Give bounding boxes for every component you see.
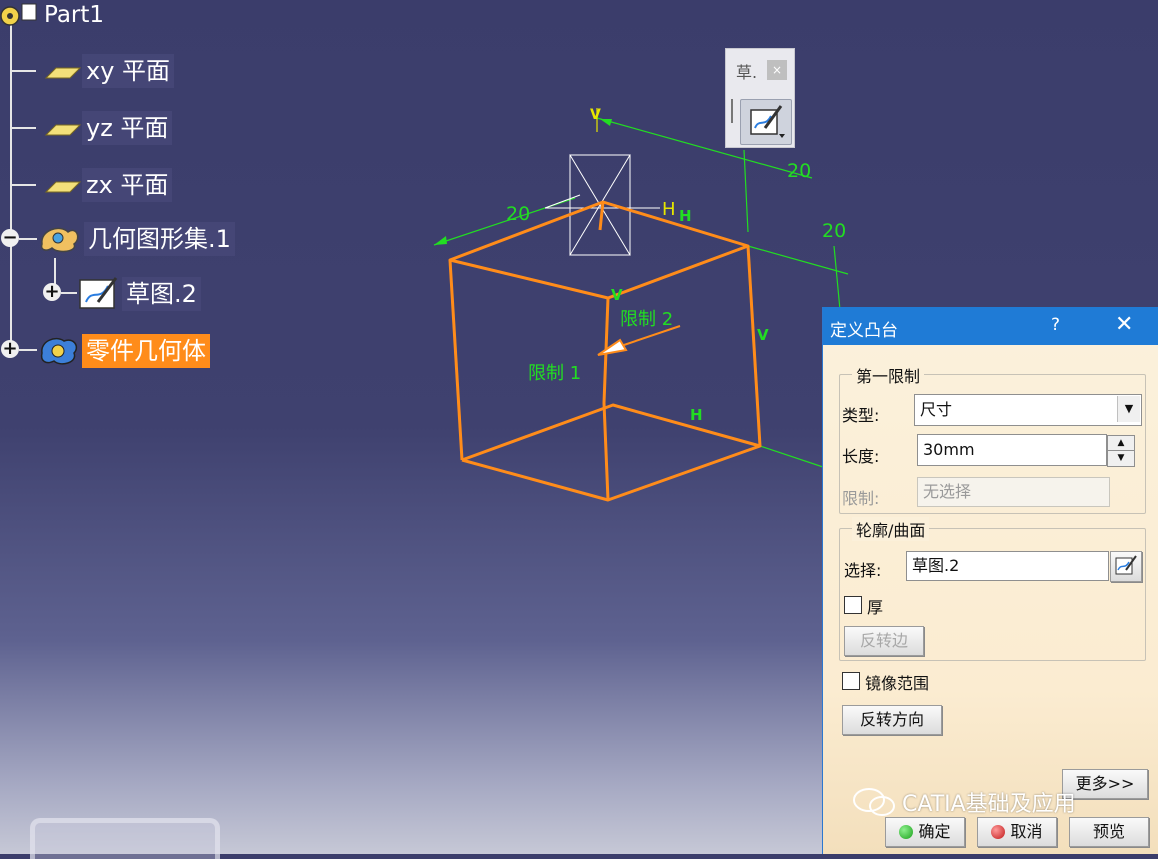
dimension-label[interactable]: 20 xyxy=(822,220,846,242)
dimension-label[interactable]: 20 xyxy=(506,203,530,225)
dimension-label[interactable]: 20 xyxy=(787,160,811,182)
watermark-text: CATIA基础及应用 xyxy=(902,792,1076,817)
more-button-label: 更多>> xyxy=(1075,774,1135,793)
reverse-side-button[interactable]: 反转边 xyxy=(844,626,924,656)
limit-label: 限制: xyxy=(842,489,880,508)
help-button[interactable]: ? xyxy=(1051,315,1060,335)
ok-label: 确定 xyxy=(918,822,951,841)
reverse-side-label: 反转边 xyxy=(859,631,908,650)
constraint-h-label: H xyxy=(662,199,676,220)
constraint-v-label: V xyxy=(590,107,601,123)
reverse-direction-button[interactable]: 反转方向 xyxy=(842,705,942,735)
constraint-v-label: V xyxy=(757,326,769,344)
profile-surface-group-title: 轮廓/曲面 xyxy=(852,517,930,541)
define-pad-dialog: 定义凸台 ? ✕ 第一限制 类型: 尺寸 ▼ 长度: 30mm ▲ ▼ 限制: … xyxy=(822,307,1158,854)
sketch-edit-button[interactable] xyxy=(1110,551,1142,582)
length-field[interactable]: 30mm xyxy=(917,434,1107,466)
limit-field: 无选择 xyxy=(917,477,1110,507)
mirror-extent-label: 镜像范围 xyxy=(865,674,930,693)
sketch-icon xyxy=(749,104,785,144)
compass-widget[interactable] xyxy=(30,818,220,859)
length-spinner[interactable]: ▲ ▼ xyxy=(1107,435,1135,467)
toolbar-title: 草. xyxy=(736,63,758,82)
constraint-h-label: H xyxy=(690,406,703,424)
sketch-icon xyxy=(1115,555,1137,575)
ok-icon xyxy=(899,825,914,839)
reverse-direction-label: 反转方向 xyxy=(859,710,924,729)
sketcher-toolbar[interactable]: 草. × xyxy=(725,48,795,148)
close-button[interactable]: ✕ xyxy=(1115,312,1133,337)
wechat-icon xyxy=(853,788,895,816)
ok-button[interactable]: 确定 xyxy=(885,817,965,847)
limit1-label[interactable]: 限制 1 xyxy=(528,363,581,384)
toolbar-close-button[interactable]: × xyxy=(767,60,787,80)
type-select[interactable]: 尺寸 ▼ xyxy=(914,394,1142,426)
thick-checkbox[interactable] xyxy=(844,596,862,614)
length-label: 长度: xyxy=(842,447,880,466)
preview-label: 预览 xyxy=(1092,822,1125,841)
dialog-titlebar[interactable]: 定义凸台 ? ✕ xyxy=(823,307,1158,345)
cancel-button[interactable]: 取消 xyxy=(977,817,1057,847)
direction-arrow xyxy=(597,325,681,356)
selection-field-value: 草图.2 xyxy=(912,556,960,575)
cancel-icon xyxy=(991,825,1006,839)
limit-field-value: 无选择 xyxy=(923,482,972,501)
limit2-label[interactable]: 限制 2 xyxy=(620,309,673,330)
length-field-value: 30mm xyxy=(923,440,975,459)
type-label: 类型: xyxy=(842,406,880,425)
spin-down-icon[interactable]: ▼ xyxy=(1108,451,1134,465)
thick-label: 厚 xyxy=(867,598,884,617)
first-limit-group-title: 第一限制 xyxy=(852,363,925,387)
chevron-down-icon[interactable]: ▼ xyxy=(1117,396,1140,422)
toolbar-grip[interactable] xyxy=(731,99,733,123)
sketch-button[interactable] xyxy=(740,99,792,145)
dialog-title: 定义凸台 xyxy=(830,321,898,341)
spin-up-icon[interactable]: ▲ xyxy=(1108,436,1134,451)
constraint-v-label: V xyxy=(611,286,623,304)
mirror-extent-checkbox[interactable] xyxy=(842,672,860,690)
dimension-arrowheads xyxy=(434,119,612,245)
watermark: CATIA基础及应用 xyxy=(852,786,1076,818)
cancel-label: 取消 xyxy=(1010,822,1043,841)
preview-button[interactable]: 预览 xyxy=(1069,817,1149,847)
constraint-h-label: H xyxy=(679,207,692,225)
type-select-value: 尺寸 xyxy=(920,400,953,419)
selection-label: 选择: xyxy=(844,561,882,580)
selection-field[interactable]: 草图.2 xyxy=(906,551,1109,581)
